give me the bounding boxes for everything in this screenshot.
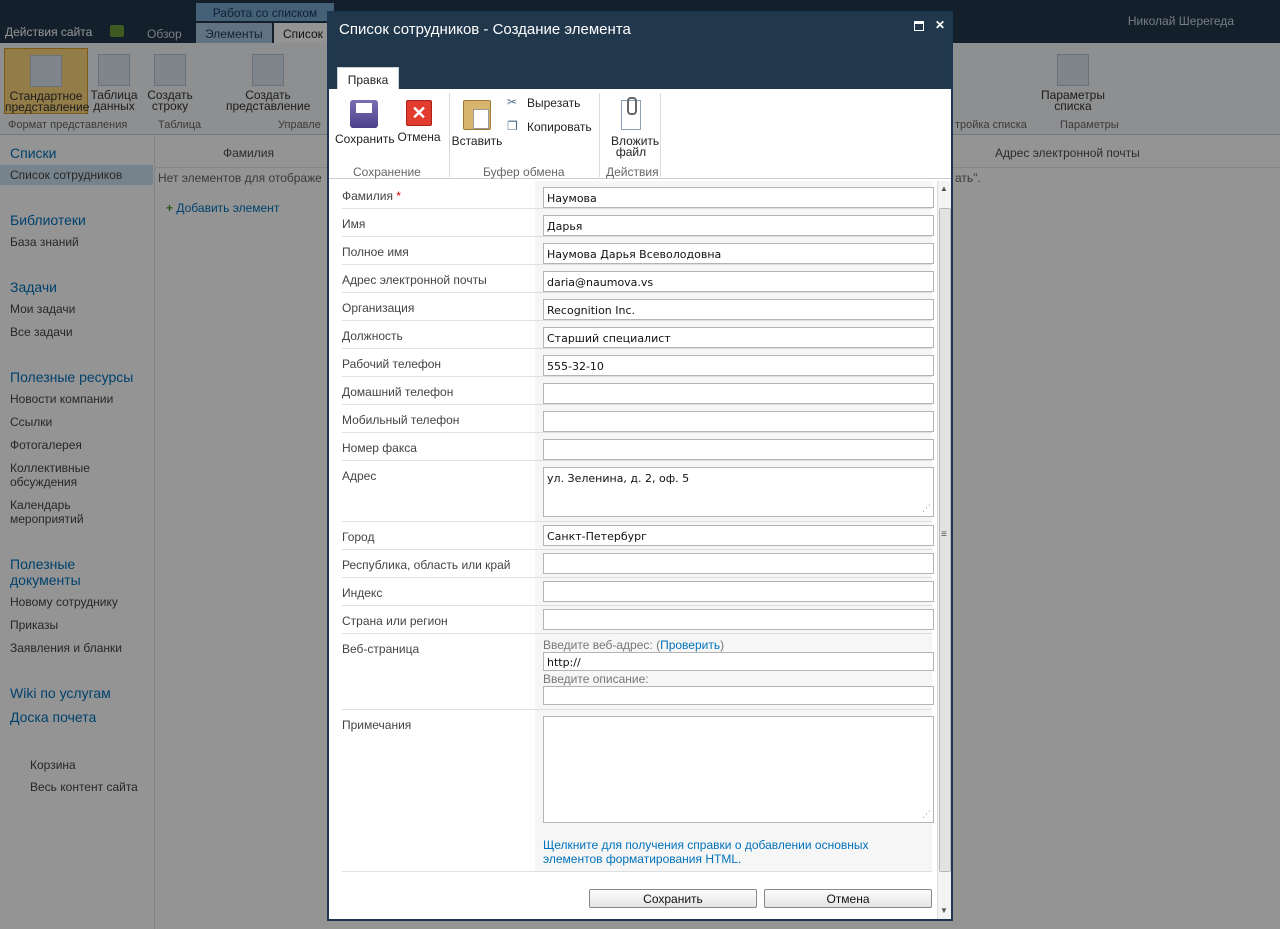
paste-icon [463,100,491,130]
field-row-region: Республика, область или край [342,550,934,578]
field-label: Адрес электронной почты [342,273,487,287]
field-label: Страна или регион [342,614,448,628]
field-label: Должность [342,329,403,343]
field-label: Домашний телефон [342,385,454,399]
field-row-organization: Организация Recognition Inc. [342,293,934,321]
description-hint: Введите описание: [543,672,649,686]
maximize-icon[interactable] [914,21,924,31]
form-scrollbar[interactable]: ▲ ▼ [937,181,951,919]
resize-grip-icon[interactable]: ⋰ [922,504,931,514]
ribbon-separator [599,93,600,177]
field-row-fax: Номер факса [342,433,934,461]
paperclip-icon [621,97,641,130]
field-row-notes: Примечания ⋰ Щелкните для получения спра… [342,710,934,872]
city-input[interactable]: Санкт-Петербург [543,525,934,546]
field-row-position: Должность Старший специалист [342,321,934,349]
email-input[interactable]: daria@naumova.vs [543,271,934,292]
field-row-country: Страна или регион [342,606,934,634]
close-icon[interactable]: ✕ [934,19,946,32]
address-textarea[interactable]: ул. Зеленина, д. 2, оф. 5 ⋰ [543,467,934,517]
mobile-phone-input[interactable] [543,411,934,432]
group-actions-label: Действия [606,165,659,179]
tab-edit[interactable]: Правка [337,67,399,89]
work-phone-input[interactable]: 555-32-10 [543,355,934,376]
url-hint: Введите веб-адрес: (Проверить) [543,638,725,652]
ribbon-separator [660,93,661,177]
home-phone-input[interactable] [543,383,934,404]
organization-input[interactable]: Recognition Inc. [543,299,934,320]
field-label: Индекс [342,586,383,600]
scissors-icon: ✂ [507,95,518,109]
field-label: Организация [342,301,415,315]
ribbon-cut-button[interactable]: ✂ Вырезать [507,96,580,110]
dialog-titlebar: Список сотрудников - Создание элемента ✕… [329,13,951,89]
fullname-input[interactable]: Наумова Дарья Всеволодовна [543,243,934,264]
save-button[interactable]: Сохранить [589,889,757,908]
field-label: Республика, область или край [342,558,511,572]
ribbon-cancel-button[interactable]: ✕ Отмена [397,100,441,143]
group-save-label: Сохранение [353,165,421,179]
ribbon-separator [449,93,450,177]
field-row-mobile-phone: Мобильный телефон [342,405,934,433]
firstname-input[interactable]: Дарья [543,215,934,236]
verify-link[interactable]: Проверить [660,638,720,652]
lastname-input[interactable]: Наумова [543,187,934,208]
field-label: Фамилия * [342,189,401,203]
field-label: Мобильный телефон [342,413,460,427]
field-label: Адрес [342,469,377,483]
ribbon-paste-button[interactable]: Вставить [451,100,503,147]
field-row-work-phone: Рабочий телефон 555-32-10 [342,349,934,377]
field-label: Номер факса [342,441,417,455]
field-row-address: Адрес ул. Зеленина, д. 2, оф. 5 ⋰ [342,461,934,522]
save-icon [350,100,378,128]
field-row-firstname: Имя Дарья [342,209,934,237]
dialog-title: Список сотрудников - Создание элемента [339,21,631,38]
field-row-fullname: Полное имя Наумова Дарья Всеволодовна [342,237,934,265]
resize-grip-icon[interactable]: ⋰ [922,810,931,820]
ribbon-attach-button[interactable]: Вложить файл [603,97,659,158]
position-input[interactable]: Старший специалист [543,327,934,348]
create-item-dialog: Список сотрудников - Создание элемента ✕… [327,11,953,921]
field-row-lastname: Фамилия * Наумова [342,181,934,209]
scroll-up-icon[interactable]: ▲ [940,184,948,193]
form-footer: Сохранить Отмена [329,877,937,913]
field-row-email: Адрес электронной почты daria@naumova.vs [342,265,934,293]
region-input[interactable] [543,553,934,574]
field-row-webpage: Веб-страница Введите веб-адрес: (Провери… [342,634,934,710]
scroll-thumb[interactable] [939,208,951,872]
group-clipboard-label: Буфер обмена [483,165,565,179]
required-marker: * [396,189,401,203]
item-form: Фамилия * Наумова Имя Дарья Полное имя Н… [329,181,937,919]
copy-icon: ❐ [507,119,518,133]
cancel-icon: ✕ [406,100,432,126]
field-label: Рабочий телефон [342,357,442,371]
address-text: ул. Зеленина, д. 2, оф. 5 [547,472,690,485]
notes-textarea[interactable]: ⋰ [543,716,934,823]
url-description-input[interactable] [543,686,934,705]
dialog-ribbon: Сохранить ✕ Отмена Вставить ✂ Вырезать ❐… [329,89,951,179]
field-row-home-phone: Домашний телефон [342,377,934,405]
ribbon-save-button[interactable]: Сохранить [335,100,395,145]
field-label: Полное имя [342,245,409,259]
html-help-link[interactable]: Щелкните для получения справки о добавле… [543,838,923,866]
field-label: Город [342,530,375,544]
field-label: Имя [342,217,366,231]
field-row-zip: Индекс [342,578,934,606]
ribbon-copy-button[interactable]: ❐ Копировать [507,120,592,134]
zip-input[interactable] [543,581,934,602]
field-row-city: Город Санкт-Петербург [342,522,934,550]
field-label: Веб-страница [342,642,420,656]
fax-input[interactable] [543,439,934,460]
country-input[interactable] [543,609,934,630]
cancel-button[interactable]: Отмена [764,889,932,908]
url-input[interactable]: http:// [543,652,934,671]
field-label: Примечания [342,718,412,732]
scroll-down-icon[interactable]: ▼ [940,906,948,915]
